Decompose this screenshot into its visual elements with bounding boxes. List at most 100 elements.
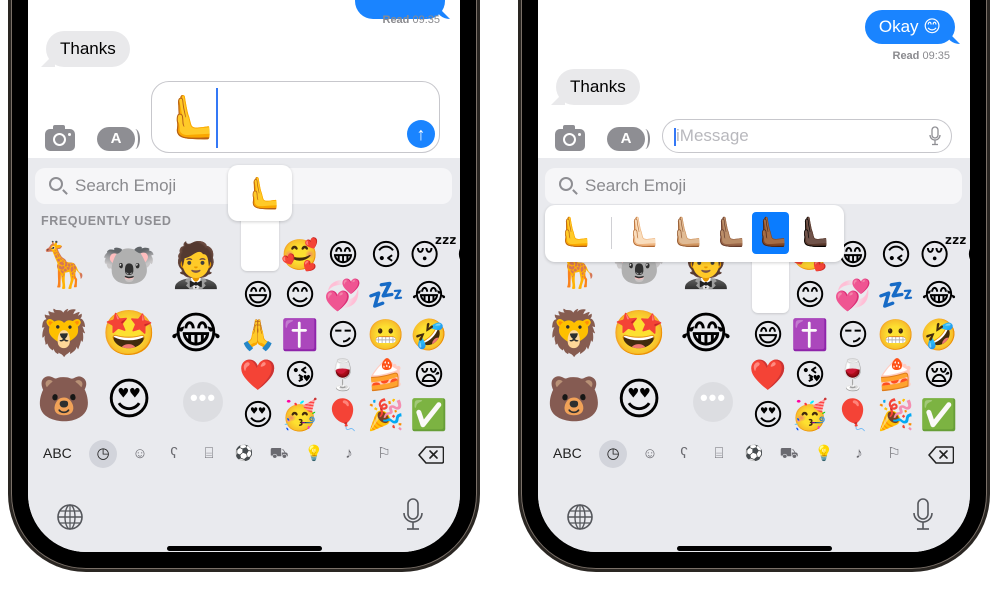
emoji-key[interactable]: 🍰 (876, 356, 916, 396)
travel-car-icon[interactable]: ⛟ (775, 440, 803, 468)
emoji-key[interactable]: 🎈 (833, 396, 873, 436)
memoji-sticker[interactable]: 😂 (676, 304, 736, 364)
backspace-icon[interactable] (418, 446, 444, 464)
emoji-key[interactable]: 🥰 (280, 236, 320, 276)
food-icon[interactable]: ⌸ (705, 440, 733, 468)
skin-tone-medium-light[interactable]: 🫷🏼 (667, 212, 704, 254)
recent-clock-icon[interactable]: ◷ (89, 440, 117, 468)
symbols-icon[interactable]: ♪ (335, 440, 363, 468)
emoji-key[interactable]: 😊 (790, 276, 830, 316)
emoji-key[interactable]: 🙃 (876, 236, 916, 276)
emoji-key[interactable]: 🤣 (919, 316, 959, 356)
memoji-sticker[interactable]: 🐻 (34, 370, 94, 430)
emoji-key[interactable]: 😬 (876, 316, 916, 356)
emoji-key[interactable]: ✅ (409, 396, 449, 436)
emoji-key[interactable]: 😴 (919, 236, 967, 276)
skin-tone-default[interactable]: 🫷 (555, 212, 592, 254)
emoji-key[interactable]: 😊 (280, 276, 320, 316)
memoji-sticker[interactable]: 🤩 (99, 304, 159, 364)
memoji-sticker[interactable]: 🦁 (34, 304, 94, 364)
more-memoji-button[interactable]: ••• (693, 382, 733, 422)
lightbulb-icon[interactable]: 💡 (810, 440, 838, 468)
backspace-icon[interactable] (928, 446, 954, 464)
emoji-key[interactable]: 😂 (919, 276, 959, 316)
memoji-sticker[interactable]: 😍 (99, 370, 159, 430)
outgoing-message-bubble[interactable]: Okay 😊 (864, 10, 955, 44)
skin-tone-medium[interactable]: 🫷🏽 (710, 212, 747, 254)
emoji-key[interactable]: ✅ (919, 396, 959, 436)
skin-tone-light[interactable]: 🫷🏻 (623, 212, 660, 254)
smiley-icon[interactable]: ☺ (636, 440, 664, 468)
send-button[interactable]: ↑ (407, 120, 435, 148)
memoji-sticker[interactable]: 🦒 (34, 236, 94, 296)
camera-button[interactable] (555, 125, 585, 151)
emoji-key[interactable]: 🙏 (238, 316, 278, 356)
emoji-key[interactable]: 🙃 (366, 236, 406, 276)
message-input[interactable]: 🫷 ↑ (151, 81, 440, 153)
emoji-key[interactable]: 😬 (366, 316, 406, 356)
memoji-sticker[interactable]: 🤩 (609, 304, 669, 364)
emoji-key[interactable]: 💞 (833, 276, 873, 316)
emoji-key[interactable]: 🍰 (366, 356, 406, 396)
emoji-key[interactable]: 😊 (962, 236, 970, 276)
emoji-key[interactable]: 😘 (790, 356, 830, 396)
emoji-key[interactable]: ❤️ (238, 356, 278, 396)
emoji-key[interactable]: 💤 (876, 276, 916, 316)
animal-icon[interactable]: ʕ (160, 440, 188, 468)
soccer-ball-icon[interactable]: ⚽ (740, 440, 768, 468)
emoji-key[interactable]: 🎉 (876, 396, 916, 436)
emoji-key[interactable]: 😁 (323, 236, 363, 276)
emoji-key[interactable]: 😪 (409, 356, 449, 396)
home-indicator[interactable] (677, 546, 832, 551)
globe-icon[interactable] (566, 503, 594, 531)
recent-clock-icon[interactable]: ◷ (599, 440, 627, 468)
home-indicator[interactable] (167, 546, 322, 551)
emoji-key[interactable]: 😏 (323, 316, 363, 356)
animal-icon[interactable]: ʕ (670, 440, 698, 468)
memoji-sticker[interactable]: 🐻 (544, 370, 604, 430)
emoji-key[interactable]: ✝️ (790, 316, 830, 356)
more-memoji-button[interactable]: ••• (183, 382, 223, 422)
emoji-key[interactable]: 🥳 (280, 396, 320, 436)
symbols-icon[interactable]: ♪ (845, 440, 873, 468)
emoji-key[interactable]: 😄 (748, 316, 788, 356)
emoji-key[interactable]: 🍷 (323, 356, 363, 396)
emoji-key[interactable]: 🤣 (409, 316, 449, 356)
travel-car-icon[interactable]: ⛟ (265, 440, 293, 468)
emoji-key[interactable]: 🎈 (323, 396, 363, 436)
incoming-message-bubble[interactable]: Thanks (556, 69, 640, 105)
camera-button[interactable] (45, 125, 75, 151)
incoming-message-bubble[interactable]: Thanks (46, 31, 130, 67)
search-emoji-field[interactable]: Search Emoji (545, 168, 962, 204)
food-icon[interactable]: ⌸ (195, 440, 223, 468)
emoji-key[interactable]: 🍷 (833, 356, 873, 396)
emoji-key[interactable]: 😪 (919, 356, 959, 396)
memoji-sticker[interactable]: 🤵 (166, 236, 226, 296)
abc-button[interactable]: ABC (43, 445, 72, 461)
emoji-key[interactable]: 😴 (409, 236, 457, 276)
emoji-key[interactable]: 🥳 (790, 396, 830, 436)
memoji-sticker[interactable]: 😂 (166, 304, 226, 364)
emoji-key[interactable]: 💞 (323, 276, 363, 316)
abc-button[interactable]: ABC (553, 445, 582, 461)
lightbulb-icon[interactable]: 💡 (300, 440, 328, 468)
message-input[interactable]: iMessage (662, 119, 952, 153)
emoji-key[interactable]: 😍 (748, 396, 788, 436)
globe-icon[interactable] (56, 503, 84, 531)
smiley-icon[interactable]: ☺ (126, 440, 154, 468)
dictation-mic-icon[interactable] (402, 498, 424, 532)
skin-tone-dark[interactable]: 🫷🏿 (794, 212, 831, 254)
emoji-key[interactable]: 😘 (280, 356, 320, 396)
memoji-sticker[interactable]: 😍 (609, 370, 669, 430)
app-store-button[interactable]: A (607, 127, 650, 151)
memoji-sticker[interactable]: 🦁 (544, 304, 604, 364)
emoji-key[interactable]: 😊 (452, 236, 460, 276)
app-store-button[interactable]: A (97, 127, 140, 151)
emoji-key[interactable]: 🎉 (366, 396, 406, 436)
emoji-key[interactable]: 😍 (238, 396, 278, 436)
emoji-key[interactable]: 😂 (409, 276, 449, 316)
emoji-key[interactable]: ✝️ (280, 316, 320, 356)
soccer-ball-icon[interactable]: ⚽ (230, 440, 258, 468)
flag-icon[interactable]: ⚐ (370, 440, 398, 468)
emoji-key[interactable]: 😄 (238, 276, 278, 316)
